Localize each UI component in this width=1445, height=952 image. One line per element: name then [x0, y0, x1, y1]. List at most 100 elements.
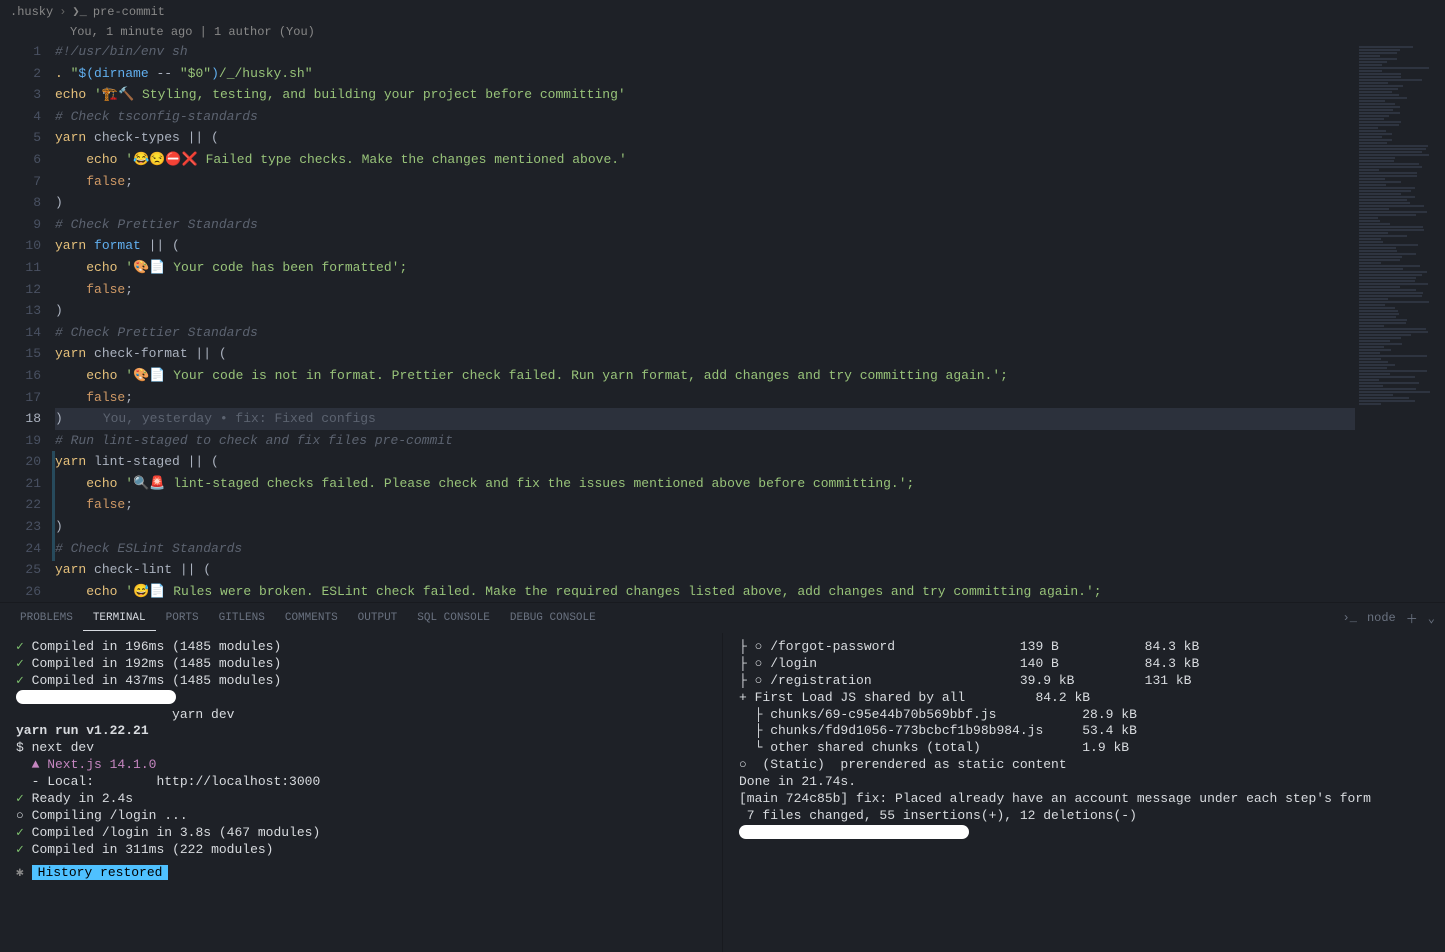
terminal-line: $ next dev: [16, 740, 712, 757]
redacted-path: [16, 690, 176, 704]
line-number[interactable]: 25: [0, 559, 41, 581]
terminal-line: ○ Compiling /login ...: [16, 808, 712, 825]
line-number[interactable]: 12: [0, 279, 41, 301]
terminal-line: ✓ Compiled /login in 3.8s (467 modules): [16, 825, 712, 842]
line-number[interactable]: 15: [0, 343, 41, 365]
terminal-right-pane[interactable]: ├ ○ /forgot-password 139 B 84.3 kB├ ○ /l…: [723, 633, 1445, 952]
code-line[interactable]: false;: [55, 494, 1445, 516]
chunk-line: ├ chunks/fd9d1056-773bcbcf1b98b984.js 53…: [739, 723, 1435, 740]
code-line[interactable]: # Run lint-staged to check and fix files…: [55, 430, 1445, 452]
redacted-path: [739, 825, 969, 839]
line-number[interactable]: 22: [0, 494, 41, 516]
history-line: ✱ History restored: [16, 859, 712, 880]
line-number[interactable]: 17: [0, 387, 41, 409]
code-line[interactable]: false;: [55, 279, 1445, 301]
editor[interactable]: 1234567891011121314151617181920212223242…: [0, 41, 1445, 602]
terminal-line: Done in 21.74s.: [739, 774, 1435, 791]
terminal-line: - Local: http://localhost:3000: [16, 774, 712, 791]
line-number[interactable]: 3: [0, 84, 41, 106]
line-number[interactable]: 6: [0, 149, 41, 171]
code-content[interactable]: #!/usr/bin/env sh. "$(dirname -- "$0")/_…: [55, 41, 1445, 602]
panel-tab-gitlens[interactable]: GITLENS: [209, 606, 275, 631]
breadcrumb-file[interactable]: pre-commit: [93, 5, 165, 19]
code-line[interactable]: yarn check-format || (: [55, 343, 1445, 365]
code-line[interactable]: #!/usr/bin/env sh: [55, 41, 1445, 63]
terminal-line: [16, 690, 712, 707]
line-number[interactable]: 4: [0, 106, 41, 128]
line-number[interactable]: 9: [0, 214, 41, 236]
code-line[interactable]: ): [55, 516, 1445, 538]
code-line[interactable]: . "$(dirname -- "$0")/_/husky.sh": [55, 63, 1445, 85]
code-line[interactable]: yarn format || (: [55, 235, 1445, 257]
split-terminal-icon[interactable]: ＋: [1406, 610, 1418, 627]
code-line[interactable]: ): [55, 192, 1445, 214]
code-line[interactable]: echo '🎨📄 Your code is not in format. Pre…: [55, 365, 1445, 387]
line-number[interactable]: 20: [0, 451, 41, 473]
route-line: ├ ○ /login 140 B 84.3 kB: [739, 656, 1435, 673]
minimap[interactable]: [1355, 41, 1445, 602]
chunk-line: ├ chunks/69-c95e44b70b569bbf.js 28.9 kB: [739, 707, 1435, 724]
line-number[interactable]: 7: [0, 171, 41, 193]
gitlens-inline-blame: You, yesterday • fix: Fixed configs: [63, 411, 376, 426]
line-number[interactable]: 1: [0, 41, 41, 63]
code-line[interactable]: ): [55, 300, 1445, 322]
chevron-down-icon[interactable]: ⌄: [1428, 611, 1435, 626]
history-restored-pill: History restored: [32, 865, 169, 880]
panel-tab-debug-console[interactable]: DEBUG CONSOLE: [500, 606, 606, 631]
line-number[interactable]: 5: [0, 127, 41, 149]
code-line[interactable]: # Check Prettier Standards: [55, 214, 1445, 236]
panel-tab-problems[interactable]: PROBLEMS: [10, 606, 83, 631]
code-line[interactable]: # Check tsconfig-standards: [55, 106, 1445, 128]
terminal-line: ▲ Next.js 14.1.0: [16, 757, 712, 774]
code-line[interactable]: false;: [55, 171, 1445, 193]
first-load-line: + First Load JS shared by all 84.2 kB: [739, 690, 1435, 707]
terminal-line: ✓ Compiled in 311ms (222 modules): [16, 842, 712, 859]
terminal-line: ✓ Ready in 2.4s: [16, 791, 712, 808]
panel-tab-output[interactable]: OUTPUT: [348, 606, 408, 631]
breadcrumb[interactable]: .husky › ❯_ pre-commit: [0, 0, 1445, 23]
code-line[interactable]: # Check Prettier Standards: [55, 322, 1445, 344]
code-line[interactable]: # Check ESLint Standards: [55, 538, 1445, 560]
code-line[interactable]: echo '😂😒⛔❌ Failed type checks. Make the …: [55, 149, 1445, 171]
code-line[interactable]: echo '🏗️🔨 Styling, testing, and building…: [55, 84, 1445, 106]
code-line[interactable]: )You, yesterday • fix: Fixed configs: [55, 408, 1445, 430]
bottom-panel: PROBLEMSTERMINALPORTSGITLENSCOMMENTSOUTP…: [0, 602, 1445, 952]
line-number[interactable]: 11: [0, 257, 41, 279]
line-number[interactable]: 23: [0, 516, 41, 538]
code-line[interactable]: yarn lint-staged || (: [55, 451, 1445, 473]
line-number[interactable]: 2: [0, 63, 41, 85]
compiled-line: ✓ Compiled in 192ms (1485 modules): [16, 656, 712, 673]
shell-file-icon: ❯_: [72, 4, 86, 19]
panel-tab-ports[interactable]: PORTS: [156, 606, 209, 631]
terminal-left-pane[interactable]: ✓ Compiled in 196ms (1485 modules)✓ Comp…: [0, 633, 723, 952]
panel-tab-comments[interactable]: COMMENTS: [275, 606, 348, 631]
panel-tab-terminal[interactable]: TERMINAL: [83, 606, 156, 631]
line-number[interactable]: 14: [0, 322, 41, 344]
line-number-gutter[interactable]: 1234567891011121314151617181920212223242…: [0, 41, 55, 602]
line-number[interactable]: 8: [0, 192, 41, 214]
line-number[interactable]: 19: [0, 430, 41, 452]
compiled-line: ✓ Compiled in 196ms (1485 modules): [16, 639, 712, 656]
route-line: ├ ○ /registration 39.9 kB 131 kB: [739, 673, 1435, 690]
git-files-line: 7 files changed, 55 insertions(+), 12 de…: [739, 808, 1435, 825]
line-number[interactable]: 18: [0, 408, 41, 430]
static-hint: ○ (Static) prerendered as static content: [739, 757, 1435, 774]
line-number[interactable]: 26: [0, 581, 41, 602]
code-line[interactable]: echo '🔍🚨 lint-staged checks failed. Plea…: [55, 473, 1445, 495]
line-number[interactable]: 24: [0, 538, 41, 560]
line-number[interactable]: 13: [0, 300, 41, 322]
panel-tab-sql-console[interactable]: SQL CONSOLE: [407, 606, 500, 631]
line-number[interactable]: 10: [0, 235, 41, 257]
breadcrumb-folder[interactable]: .husky: [10, 5, 53, 19]
terminal-line: [739, 825, 1435, 842]
chunk-line: └ other shared chunks (total) 1.9 kB: [739, 740, 1435, 757]
git-commit-line: [main 724c85b] fix: Placed already have …: [739, 791, 1435, 808]
line-number[interactable]: 21: [0, 473, 41, 495]
code-line[interactable]: echo '🎨📄 Your code has been formatted';: [55, 257, 1445, 279]
code-line[interactable]: yarn check-types || (: [55, 127, 1445, 149]
code-line[interactable]: false;: [55, 387, 1445, 409]
line-number[interactable]: 16: [0, 365, 41, 387]
shell-label[interactable]: node: [1367, 611, 1396, 625]
code-line[interactable]: echo '😅📄 Rules were broken. ESLint check…: [55, 581, 1445, 602]
code-line[interactable]: yarn check-lint || (: [55, 559, 1445, 581]
